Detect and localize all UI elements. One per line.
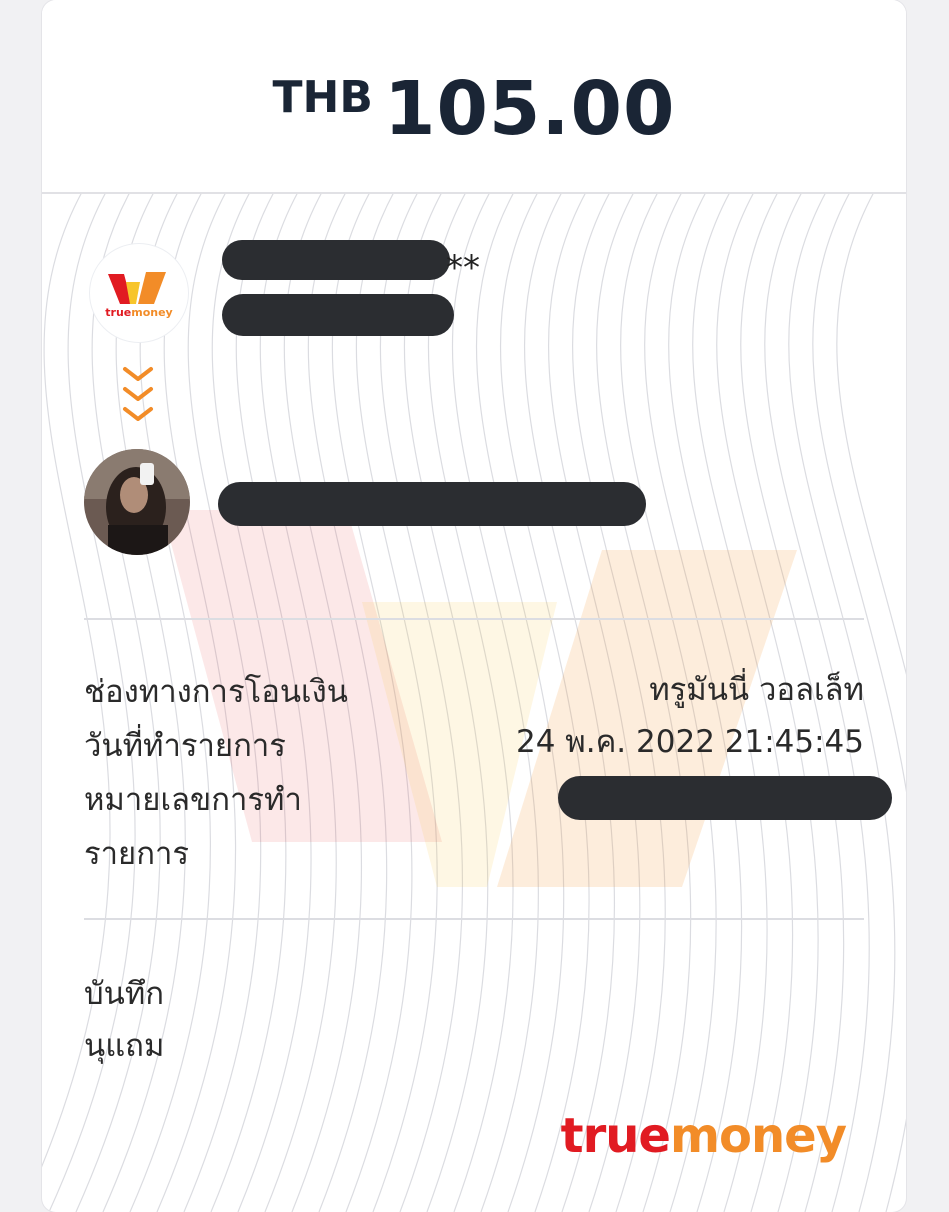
reference-label-line2: รายการ xyxy=(84,836,190,872)
reference-label-line1: หมายเลขการทำ xyxy=(84,782,302,818)
user-avatar-photo xyxy=(84,449,190,555)
sender-account-redacted xyxy=(222,294,454,336)
sender-name-redacted xyxy=(222,240,450,280)
receiver-avatar xyxy=(84,449,190,555)
sender-name-suffix: ** xyxy=(446,248,480,288)
note-label: บันทึก xyxy=(84,976,165,1012)
divider-top xyxy=(84,618,864,620)
reference-number-redacted xyxy=(558,776,892,820)
receiver-name-redacted xyxy=(218,482,646,526)
date-label: วันที่ทำรายการ xyxy=(84,728,286,764)
note-value: นุแถม xyxy=(84,1028,165,1064)
truemoney-logo-icon xyxy=(108,272,166,304)
sender-logo: truemoney xyxy=(90,244,188,342)
brand-money-text: money xyxy=(669,1108,847,1164)
transfer-amount: 105.00 xyxy=(383,66,676,152)
receipt-card: THB 105.00 truemoney ** ช่องทางการโอนเงิ… xyxy=(42,0,906,1212)
channel-label: ช่องทางการโอนเงิน xyxy=(84,674,348,710)
truemoney-brand-logo: truemoney xyxy=(560,1108,847,1164)
currency-code: THB xyxy=(272,72,373,123)
brand-true-text: true xyxy=(560,1108,671,1164)
amount-display: THB 105.00 xyxy=(42,66,906,152)
sender-logo-text: truemoney xyxy=(105,306,173,319)
date-value: 24 พ.ค. 2022 21:45:45 xyxy=(515,724,864,760)
channel-value: ทรูมันนี่ วอลเล็ท xyxy=(649,672,864,708)
divider-bottom xyxy=(84,918,864,920)
chevron-down-triple-icon xyxy=(123,367,153,421)
amount-header: THB 105.00 xyxy=(42,0,906,194)
